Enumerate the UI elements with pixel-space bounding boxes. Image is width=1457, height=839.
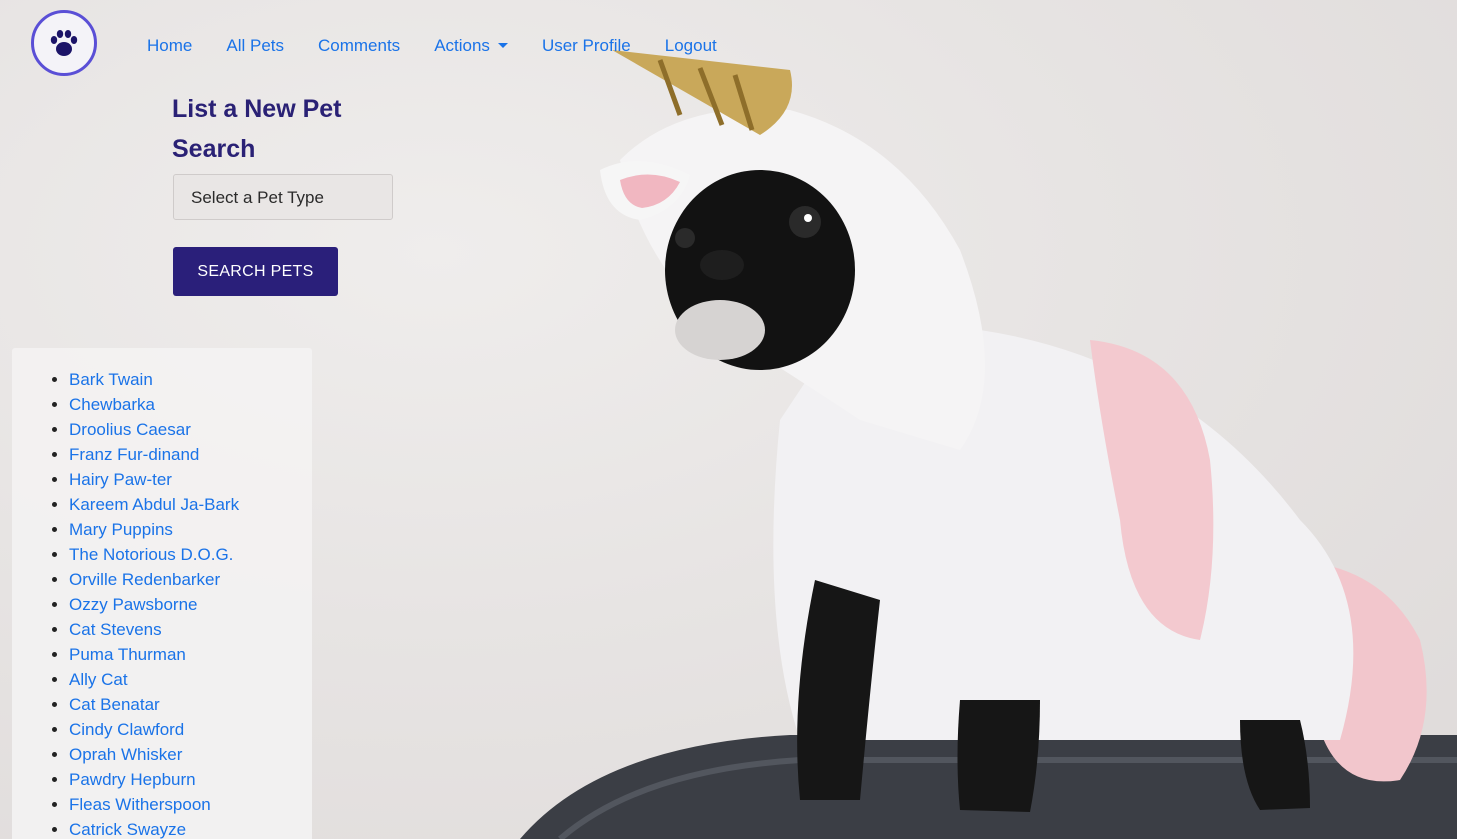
pet-link[interactable]: Pawdry Hepburn [69, 770, 196, 789]
pet-link[interactable]: Ally Cat [69, 670, 128, 689]
pet-link[interactable]: Hairy Paw-ter [69, 470, 172, 489]
list-item: Pawdry Hepburn [69, 767, 312, 792]
nav-user-profile[interactable]: User Profile [525, 34, 648, 58]
list-item: Cat Benatar [69, 692, 312, 717]
pet-type-select[interactable]: Select a Pet Type [173, 174, 393, 220]
list-item: Oprah Whisker [69, 742, 312, 767]
search-pets-button[interactable]: SEARCH PETS [173, 247, 338, 296]
list-item: Droolius Caesar [69, 417, 312, 442]
pet-link[interactable]: Fleas Witherspoon [69, 795, 211, 814]
pet-link[interactable]: Mary Puppins [69, 520, 173, 539]
list-item: Catrick Swayze [69, 817, 312, 839]
list-item: The Notorious D.O.G. [69, 542, 312, 567]
nav-all-pets[interactable]: All Pets [209, 34, 301, 58]
paw-icon [50, 30, 78, 56]
pet-link[interactable]: Catrick Swayze [69, 820, 186, 839]
navbar: Home All Pets Comments Actions User Prof… [0, 0, 1457, 92]
list-item: Orville Redenbarker [69, 567, 312, 592]
list-item: Ally Cat [69, 667, 312, 692]
nav-comments[interactable]: Comments [301, 34, 417, 58]
logo[interactable] [31, 10, 97, 76]
list-item: Fleas Witherspoon [69, 792, 312, 817]
pet-link[interactable]: Droolius Caesar [69, 420, 191, 439]
nav-home[interactable]: Home [130, 34, 209, 58]
pet-link[interactable]: The Notorious D.O.G. [69, 545, 233, 564]
pet-list: Bark Twain Chewbarka Droolius Caesar Fra… [12, 348, 312, 839]
pet-link[interactable]: Franz Fur-dinand [69, 445, 199, 464]
pet-link[interactable]: Kareem Abdul Ja-Bark [69, 495, 239, 514]
pet-list-panel: Bark Twain Chewbarka Droolius Caesar Fra… [12, 348, 312, 839]
nav-logout[interactable]: Logout [648, 34, 734, 58]
pet-link[interactable]: Orville Redenbarker [69, 570, 220, 589]
pet-link[interactable]: Cat Benatar [69, 695, 160, 714]
list-item: Hairy Paw-ter [69, 467, 312, 492]
pet-link[interactable]: Bark Twain [69, 370, 153, 389]
pet-link[interactable]: Chewbarka [69, 395, 155, 414]
pet-link[interactable]: Cat Stevens [69, 620, 162, 639]
list-item: Franz Fur-dinand [69, 442, 312, 467]
list-item: Bark Twain [69, 367, 312, 392]
list-item: Cat Stevens [69, 617, 312, 642]
list-item: Puma Thurman [69, 642, 312, 667]
list-item: Ozzy Pawsborne [69, 592, 312, 617]
list-item: Cindy Clawford [69, 717, 312, 742]
pet-link[interactable]: Cindy Clawford [69, 720, 184, 739]
list-item: Mary Puppins [69, 517, 312, 542]
list-item: Chewbarka [69, 392, 312, 417]
nav-links: Home All Pets Comments Actions User Prof… [130, 34, 734, 58]
list-item: Kareem Abdul Ja-Bark [69, 492, 312, 517]
pet-link[interactable]: Puma Thurman [69, 645, 186, 664]
nav-actions-dropdown[interactable]: Actions [417, 34, 525, 58]
search-heading: Search [172, 135, 256, 163]
pet-link[interactable]: Ozzy Pawsborne [69, 595, 198, 614]
pet-link[interactable]: Oprah Whisker [69, 745, 182, 764]
list-new-pet-link[interactable]: List a New Pet [172, 95, 342, 124]
